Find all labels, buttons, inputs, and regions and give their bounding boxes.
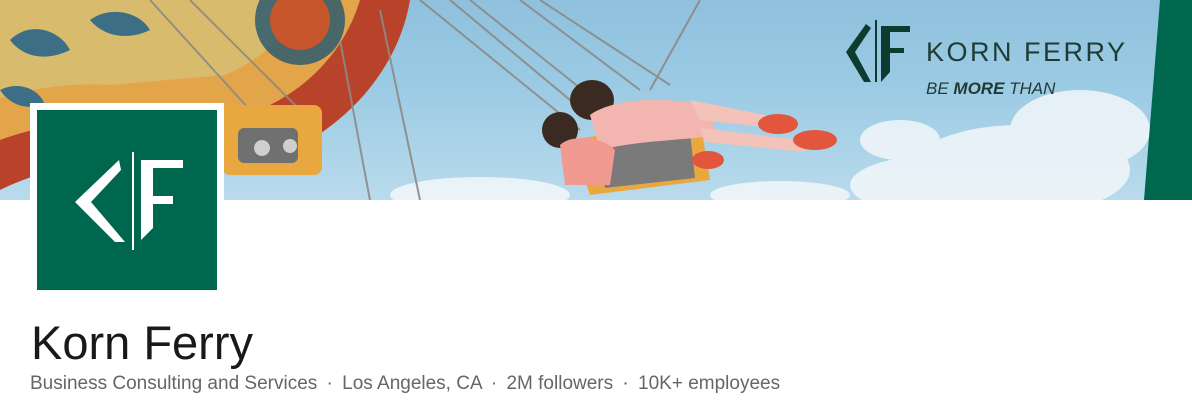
separator: · [490, 373, 498, 394]
followers-count[interactable]: 2M followers [506, 373, 613, 394]
employees-count[interactable]: 10K+ employees [638, 373, 780, 394]
brand-name: KORN FERRY [926, 37, 1128, 67]
brand-tagline: BE MORE THAN [926, 79, 1055, 99]
company-logo[interactable] [30, 103, 224, 297]
separator: · [326, 373, 333, 394]
company-meta: Business Consulting and Services · Los A… [30, 373, 780, 395]
company-name: Korn Ferry [31, 316, 253, 369]
brand-lockup: KORN FERRY BE MORE THAN [838, 18, 1138, 108]
tagline-suffix: THAN [1004, 79, 1056, 98]
tagline-prefix: BE [926, 79, 954, 98]
tagline-bold: MORE [953, 79, 1005, 98]
industry: Business Consulting and Services [30, 373, 318, 394]
kf-monogram-icon [846, 20, 910, 82]
kf-logo-icon [75, 152, 183, 250]
location: Los Angeles, CA [342, 373, 482, 394]
separator: · [622, 373, 629, 394]
logo-background [37, 110, 217, 290]
